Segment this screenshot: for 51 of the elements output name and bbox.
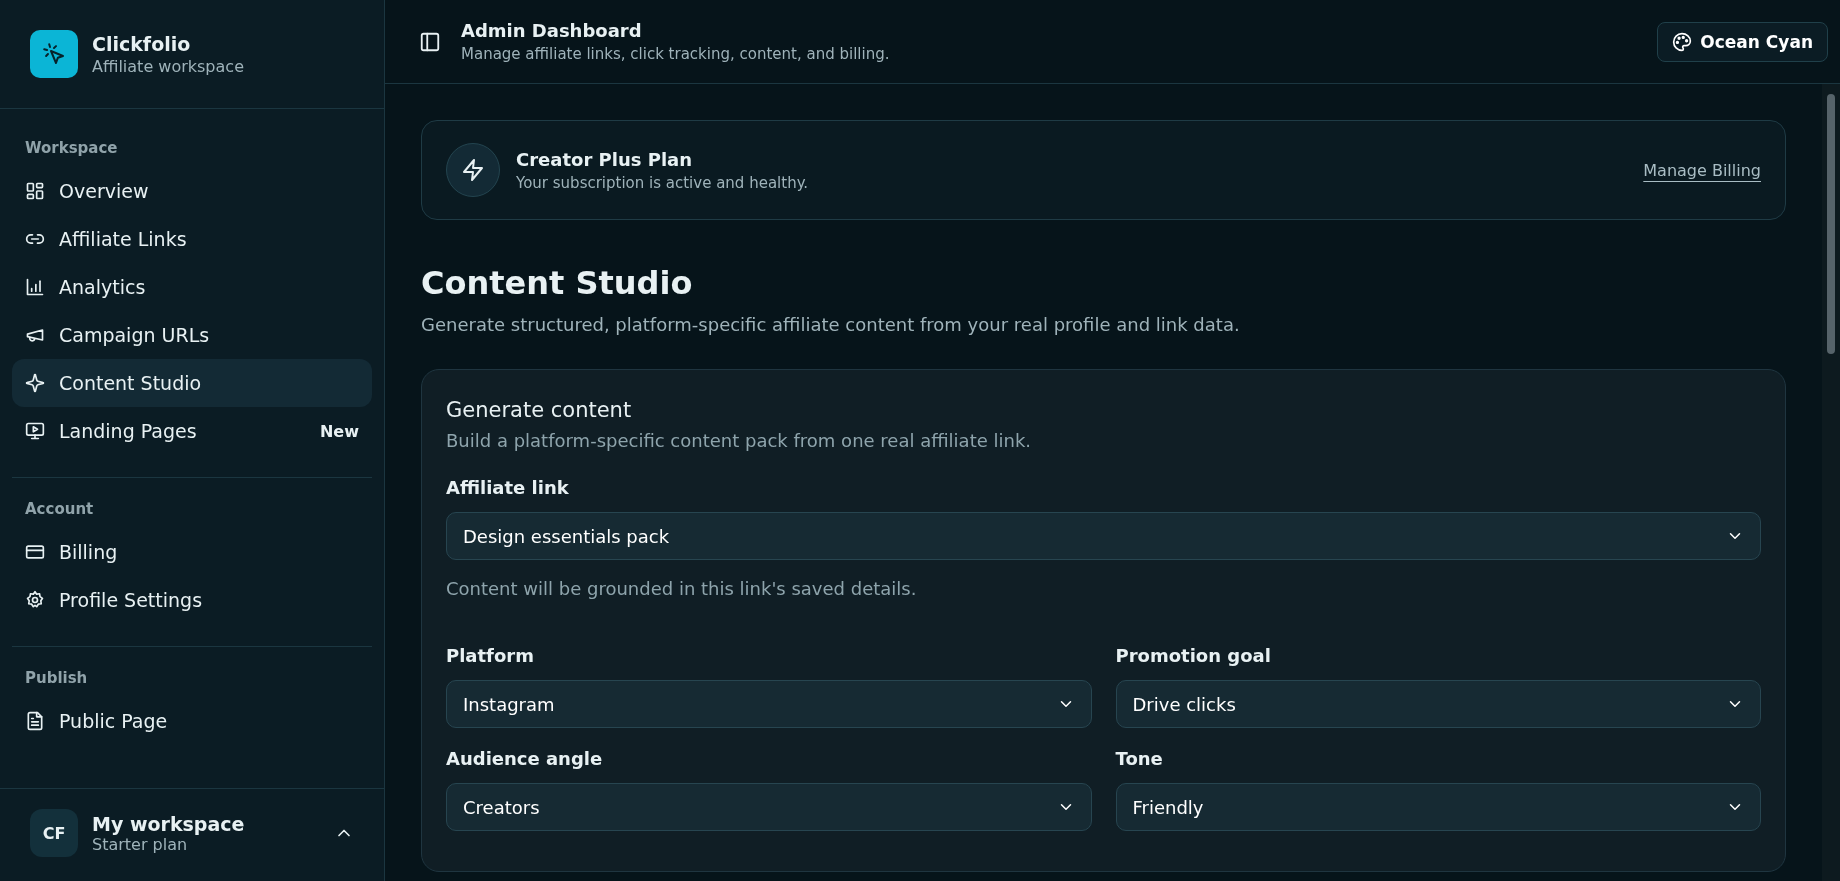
workspace-switcher[interactable]: CF My workspace Starter plan — [0, 788, 384, 881]
plan-status: Your subscription is active and healthy. — [516, 173, 810, 192]
brand-name: Clickfolio — [92, 32, 192, 55]
manage-billing-link[interactable]: Manage Billing — [1643, 160, 1761, 180]
section-title: Workspace — [24, 138, 119, 159]
sidebar-item[interactable]: Overview — [12, 167, 372, 215]
brand-subtitle: Affiliate workspace — [92, 56, 244, 76]
sidebar-item[interactable]: Profile Settings — [12, 576, 372, 624]
workspace-name: My workspace — [92, 812, 246, 835]
workspace-plan: Starter plan — [92, 834, 188, 854]
page-header-title: Admin Dashboard — [461, 20, 643, 41]
sidebar-item[interactable]: Billing — [12, 528, 372, 576]
dropdown-select[interactable]: Friendly — [1115, 783, 1761, 831]
page-subtitle: Generate structured, platform-specific affiliate content from your real profile and link data. — [421, 314, 1241, 335]
sidebar-item[interactable]: Campaign URLs — [12, 311, 372, 359]
cursor-click-icon — [42, 42, 66, 66]
sidebar-item[interactable]: Landing Pages New — [12, 407, 372, 455]
sidebar-item[interactable]: Public Page — [12, 697, 372, 745]
sidebar-toggle-icon — [419, 30, 441, 53]
card-subtitle: Build a platform-specific content pack from one real affiliate link. — [446, 430, 1033, 451]
section-title: Publish — [24, 668, 89, 689]
sidebar-item[interactable]: Analytics — [12, 263, 372, 311]
dropdown-select[interactable]: Instagram — [446, 680, 1092, 728]
workspace-avatar: CF — [30, 809, 78, 857]
theme-button[interactable]: Ocean Cyan — [1657, 21, 1828, 62]
dropdown-select[interactable]: Drive clicks — [1115, 680, 1761, 728]
field-label: Promotion goal — [1115, 645, 1272, 666]
page-title: Content Studio — [421, 264, 694, 302]
sidebar-item[interactable]: Content Studio — [12, 359, 372, 407]
dropdown-select[interactable]: Creators — [446, 783, 1092, 831]
sparkles-icon — [25, 373, 45, 393]
monitor-play-icon — [25, 421, 45, 441]
page-header-subtitle: Manage affiliate links, click tracking, content, and billing. — [461, 45, 891, 63]
lightning-icon — [461, 158, 485, 182]
field-label: Platform — [446, 645, 535, 666]
bar-chart-icon — [25, 277, 45, 297]
grid-icon — [25, 181, 45, 201]
palette-icon — [1672, 31, 1693, 52]
affiliate-link-select[interactable]: Design essentials pack — [446, 512, 1761, 560]
field-label: Tone — [1115, 748, 1164, 769]
card-title: Generate content — [446, 398, 633, 422]
field-hint: Content will be grounded in this link's saved details. — [446, 578, 918, 599]
credit-card-icon — [25, 542, 45, 562]
plan-title: Creator Plus Plan — [516, 148, 694, 170]
field-label: Audience angle — [446, 748, 604, 769]
section-title: Account — [24, 499, 95, 520]
document-icon — [25, 711, 45, 731]
scrollbar[interactable] — [1822, 84, 1840, 881]
sidebar-item[interactable]: Affiliate Links — [12, 215, 372, 263]
settings-icon — [25, 590, 45, 610]
field-label: Affiliate link — [446, 477, 570, 498]
